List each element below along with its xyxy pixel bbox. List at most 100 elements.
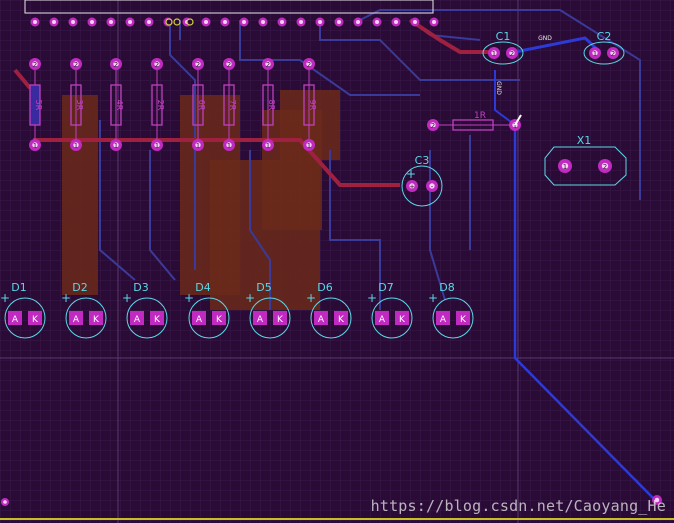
header-pin-hole (51, 19, 57, 25)
led-pad-anode-label: A (196, 315, 203, 325)
header-pin[interactable] (68, 17, 78, 27)
via-mount[interactable] (1, 498, 9, 506)
capacitor-designator: C1 (496, 30, 511, 43)
resistor-pin-2-label: 2 (33, 61, 37, 69)
header-pin-hole (203, 19, 209, 25)
header-pin-hole (89, 19, 95, 25)
resistor-pin-1[interactable]: 1 (151, 139, 163, 151)
header-pin-hole (431, 19, 437, 25)
resistor-pin-1[interactable]: 1 (70, 139, 82, 151)
resistor-label: 6R (197, 100, 206, 111)
header-pin[interactable] (372, 17, 382, 27)
led-designator: D2 (72, 281, 87, 294)
pcb-canvas[interactable]: GNDGND 5R213R214R212R216R217R218R219R21 … (0, 0, 674, 523)
resistor-pin-2[interactable]: 2 (192, 58, 204, 70)
resistor-pin-2[interactable]: 2 (29, 58, 41, 70)
crystal-pin-1[interactable]: 1 (558, 159, 572, 173)
resistor-pin-1[interactable]: 1 (223, 139, 235, 151)
header-pin[interactable] (201, 17, 211, 27)
resistor-label: 8R (267, 100, 276, 111)
resistor-pin-1-label: 1 (74, 142, 78, 150)
header-pin[interactable] (30, 17, 40, 27)
capacitor-pin-2-label: 2 (611, 50, 615, 58)
resistor-pin-2[interactable]: 2 (303, 58, 315, 70)
resistor-pin-2-label: 2 (266, 61, 270, 69)
header-pin-hole (336, 19, 342, 25)
header-pin-hole (108, 19, 114, 25)
crystal-pin-2[interactable]: 2 (598, 159, 612, 173)
resistor-pin-2[interactable]: 2 (151, 58, 163, 70)
capacitor-pin-plus[interactable]: + (406, 180, 418, 192)
header-pin[interactable] (144, 17, 154, 27)
capacitor-pin-1[interactable]: 1 (488, 47, 500, 59)
led-pad-anode-label: A (134, 315, 141, 325)
led-pad-anode-label: A (12, 315, 19, 325)
resistor-pin-1[interactable]: 1 (110, 139, 122, 151)
resistor-pin-2[interactable]: 2 (223, 58, 235, 70)
resistor-pin-1[interactable]: 1 (262, 139, 274, 151)
capacitor-pin-1-label: 1 (492, 50, 496, 58)
resistor-pin-1[interactable]: 1 (192, 139, 204, 151)
header-pin-hole (222, 19, 228, 25)
header-pin[interactable] (353, 17, 363, 27)
resistor-pin-1[interactable]: 1 (303, 139, 315, 151)
header-pin[interactable] (87, 17, 97, 27)
header-pin-hole (146, 19, 152, 25)
resistor-pin-1-label: 1 (227, 142, 231, 150)
header-pin-hole (241, 19, 247, 25)
resistor-label: 3R (75, 100, 84, 111)
resistor-pin-2[interactable]: 2 (70, 58, 82, 70)
capacitor-pin-2[interactable]: 2 (506, 47, 518, 59)
watermark: https://blog.csdn.net/Caoyang_He (370, 497, 666, 515)
header-pin[interactable] (315, 17, 325, 27)
header-pin[interactable] (429, 17, 439, 27)
led-polarity: + (245, 291, 255, 305)
capacitor-pin-minus[interactable]: - (426, 180, 438, 192)
crystal-designator: X1 (577, 134, 592, 147)
resistor-pin-1-label: 1 (114, 142, 118, 150)
header-pin[interactable] (258, 17, 268, 27)
header-pin-hole (32, 19, 38, 25)
resistor-pin-2[interactable]: 2 (427, 119, 439, 131)
net-label-gnd-vertical: GND (495, 81, 502, 95)
led-pad-anode-label: A (257, 315, 264, 325)
led-polarity: + (61, 291, 71, 305)
led-polarity: + (0, 291, 10, 305)
led-polarity: + (306, 291, 316, 305)
header-pin[interactable] (277, 17, 287, 27)
led-designator: D8 (439, 281, 454, 294)
via (165, 18, 173, 26)
resistor-pin-2-label: 2 (307, 61, 311, 69)
resistor-pin-2-label: 2 (114, 61, 118, 69)
capacitor-pin-2[interactable]: 2 (607, 47, 619, 59)
header-pin[interactable] (391, 17, 401, 27)
net-label-gnd: GND (538, 35, 552, 42)
resistor-pin-2[interactable]: 2 (262, 58, 274, 70)
led-designator: D5 (256, 281, 271, 294)
led-designator: D7 (378, 281, 393, 294)
led-pad-anode-label: A (73, 315, 80, 325)
resistor-pin-2-label: 2 (196, 61, 200, 69)
header-pin-hole (317, 19, 323, 25)
resistor-pin-1[interactable]: 1 (29, 139, 41, 151)
led-polarity: + (184, 291, 194, 305)
header-pin[interactable] (296, 17, 306, 27)
resistor-pin-2[interactable]: 2 (110, 58, 122, 70)
resistor-pin-2-label: 2 (74, 61, 78, 69)
led-polarity: + (428, 291, 438, 305)
header-pin[interactable] (49, 17, 59, 27)
resistor-pin-1-label: 1 (33, 142, 37, 150)
led-designator: D1 (11, 281, 26, 294)
header-pin[interactable] (106, 17, 116, 27)
capacitor-pin-1[interactable]: 1 (589, 47, 601, 59)
header-pin[interactable] (125, 17, 135, 27)
header-pin[interactable] (220, 17, 230, 27)
capacitor-pin-2-label: 2 (510, 50, 514, 58)
header-pin[interactable] (239, 17, 249, 27)
header-pin[interactable] (334, 17, 344, 27)
resistor-label: 2R (156, 100, 165, 111)
resistor-label: 7R (228, 100, 237, 111)
via-mount-hole (3, 500, 7, 504)
resistor-pin-1-label: 1 (266, 142, 270, 150)
header-pin[interactable] (410, 17, 420, 27)
